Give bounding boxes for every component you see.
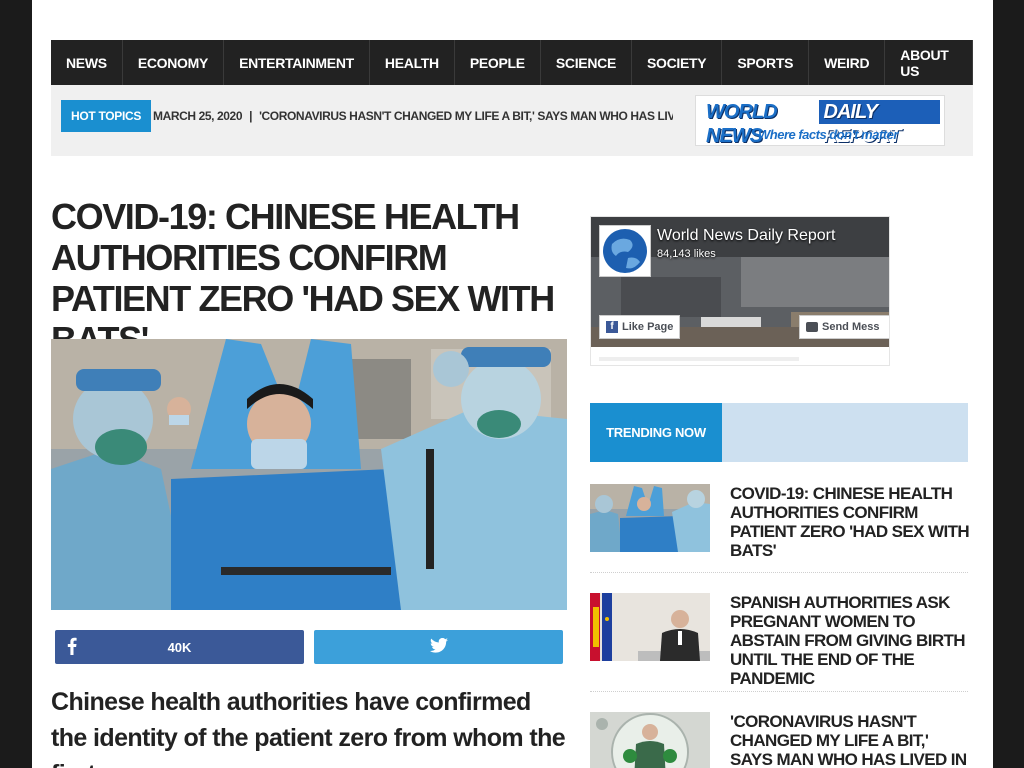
- article-title: COVID-19: CHINESE HEALTH AUTHORITIES CON…: [51, 196, 555, 360]
- nav-item-news[interactable]: NEWS: [51, 40, 123, 85]
- article-lead: Chinese health authorities have confirme…: [51, 688, 566, 768]
- logo-text-daily-report: DAILY REPORT: [818, 100, 940, 145]
- trending-thumbnail[interactable]: [590, 593, 710, 661]
- ticker-date: MARCH 25, 2020: [153, 109, 243, 123]
- facebook-page-likes: 84,143 likes: [657, 248, 716, 260]
- news-ticker[interactable]: MARCH 25, 2020 | 'CORONAVIRUS HASN'T CHA…: [153, 100, 673, 132]
- trending-item-title[interactable]: COVID-19: CHINESE HEALTH AUTHORITIES CON…: [730, 484, 970, 560]
- trending-item-title[interactable]: SPANISH AUTHORITIES ASK PREGNANT WOMEN T…: [730, 593, 970, 688]
- trending-thumbnail[interactable]: [590, 712, 710, 768]
- facebook-widget-divider: [599, 357, 799, 361]
- facebook-page-widget[interactable]: World News Daily Report 84,143 likes f L…: [590, 216, 890, 366]
- trending-divider: [590, 691, 968, 692]
- facebook-f-icon: f: [606, 321, 618, 333]
- main-nav: NEWS ECONOMY ENTERTAINMENT HEALTH PEOPLE…: [51, 40, 973, 85]
- send-message-label: Send Mess: [822, 321, 880, 333]
- twitter-share-button[interactable]: [314, 630, 563, 664]
- hot-topics-label: HOT TOPICS: [61, 100, 152, 132]
- facebook-page-avatar[interactable]: [599, 225, 651, 277]
- globe-icon: [603, 229, 647, 273]
- trending-divider: [590, 572, 968, 573]
- page: NEWS ECONOMY ENTERTAINMENT HEALTH PEOPLE…: [32, 0, 993, 768]
- facebook-share-button[interactable]: 40K: [55, 630, 304, 664]
- hot-topics-bar: HOT TOPICS MARCH 25, 2020 | 'CORONAVIRUS…: [51, 85, 973, 156]
- ticker-headline[interactable]: 'CORONAVIRUS HASN'T CHANGED MY LIFE A BI…: [259, 109, 673, 123]
- site-logo[interactable]: WORLD NEWS DAILY REPORT Where facts don'…: [695, 95, 945, 146]
- nav-item-weird[interactable]: WEIRD: [809, 40, 886, 85]
- nav-item-economy[interactable]: ECONOMY: [123, 40, 225, 85]
- facebook-send-message-button[interactable]: Send Mess: [799, 315, 889, 339]
- nav-item-society[interactable]: SOCIETY: [632, 40, 723, 85]
- nav-item-about-us[interactable]: ABOUT US: [885, 40, 973, 85]
- trending-thumbnail[interactable]: [590, 484, 710, 552]
- nav-item-science[interactable]: SCIENCE: [541, 40, 632, 85]
- logo-text-world-news: WORLD NEWS: [702, 100, 819, 145]
- trending-item-title[interactable]: 'CORONAVIRUS HASN'T CHANGED MY LIFE A BI…: [730, 712, 970, 768]
- article-hero-image: [51, 339, 567, 610]
- facebook-icon: [67, 637, 77, 658]
- twitter-icon: [429, 637, 448, 656]
- nav-item-people[interactable]: PEOPLE: [455, 40, 541, 85]
- facebook-share-count: 40K: [167, 639, 192, 655]
- nav-item-health[interactable]: HEALTH: [370, 40, 455, 85]
- like-page-label: Like Page: [622, 321, 674, 333]
- facebook-page-name[interactable]: World News Daily Report: [657, 227, 835, 245]
- nav-item-entertainment[interactable]: ENTERTAINMENT: [224, 40, 370, 85]
- trending-item[interactable]: SPANISH AUTHORITIES ASK PREGNANT WOMEN T…: [590, 593, 968, 688]
- logo-tagline: Where facts don't matter: [758, 127, 898, 142]
- trending-now-bar: TRENDING NOW: [590, 403, 968, 462]
- trending-item[interactable]: COVID-19: CHINESE HEALTH AUTHORITIES CON…: [590, 484, 970, 560]
- message-icon: [806, 322, 818, 332]
- trending-now-label: TRENDING NOW: [590, 403, 722, 462]
- facebook-like-page-button[interactable]: f Like Page: [599, 315, 681, 339]
- ticker-separator: |: [249, 109, 253, 123]
- nav-item-sports[interactable]: SPORTS: [722, 40, 810, 85]
- trending-item[interactable]: 'CORONAVIRUS HASN'T CHANGED MY LIFE A BI…: [590, 712, 968, 768]
